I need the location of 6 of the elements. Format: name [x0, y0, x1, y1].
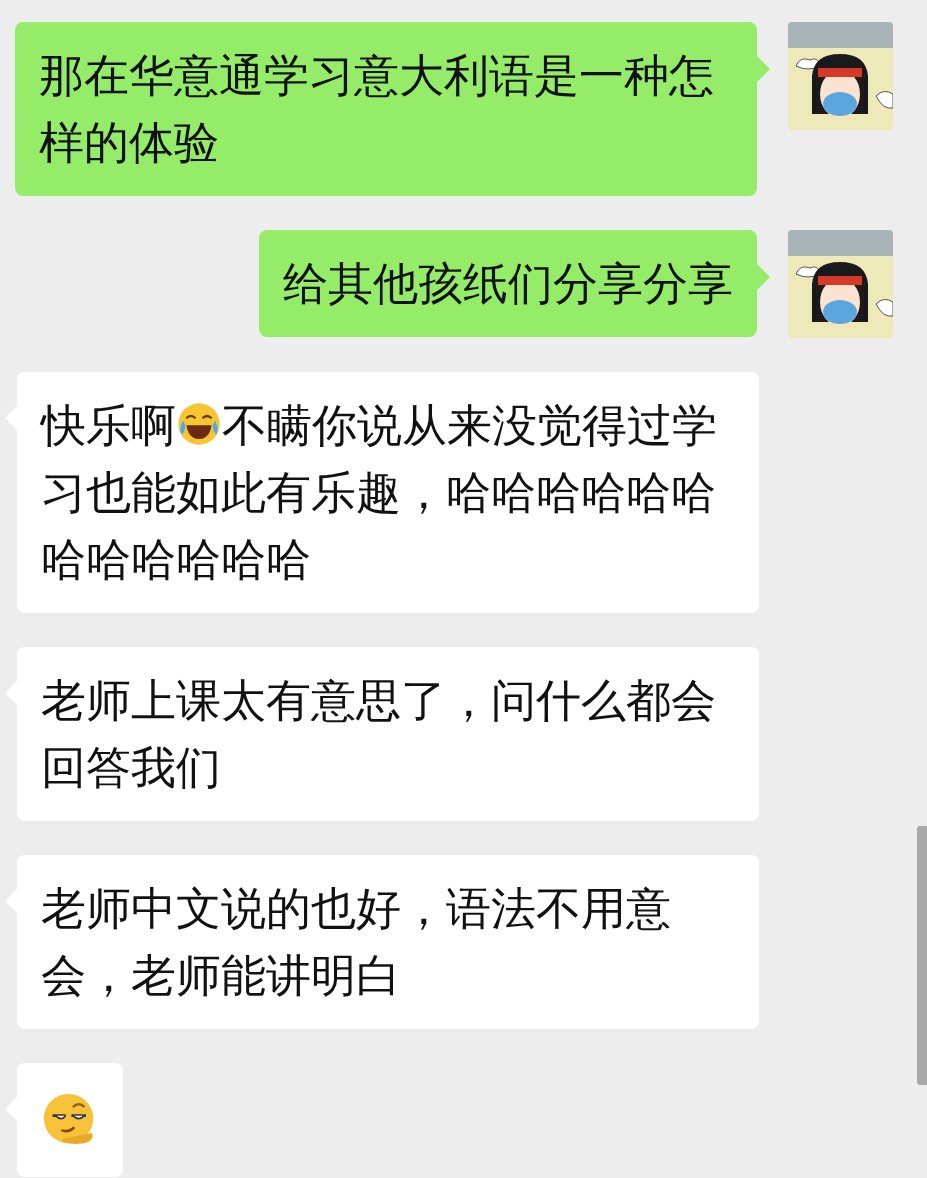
- message-text: 快乐啊 不瞒你说从来没觉得过学习也能如此有乐趣，哈哈哈哈哈哈哈哈哈哈哈哈: [41, 398, 718, 588]
- message-text: 老师上课太有意思了，问什么都会回答我们: [41, 673, 717, 796]
- laughing-face-icon: [176, 401, 222, 447]
- message-text: 老师中文说的也好，语法不用意会，老师能讲明白: [41, 881, 672, 1004]
- message-text: 给其他孩纸们分享分享: [283, 256, 733, 312]
- message-text: 那在华意通学习意大利语是一种怎样的体验: [39, 48, 715, 171]
